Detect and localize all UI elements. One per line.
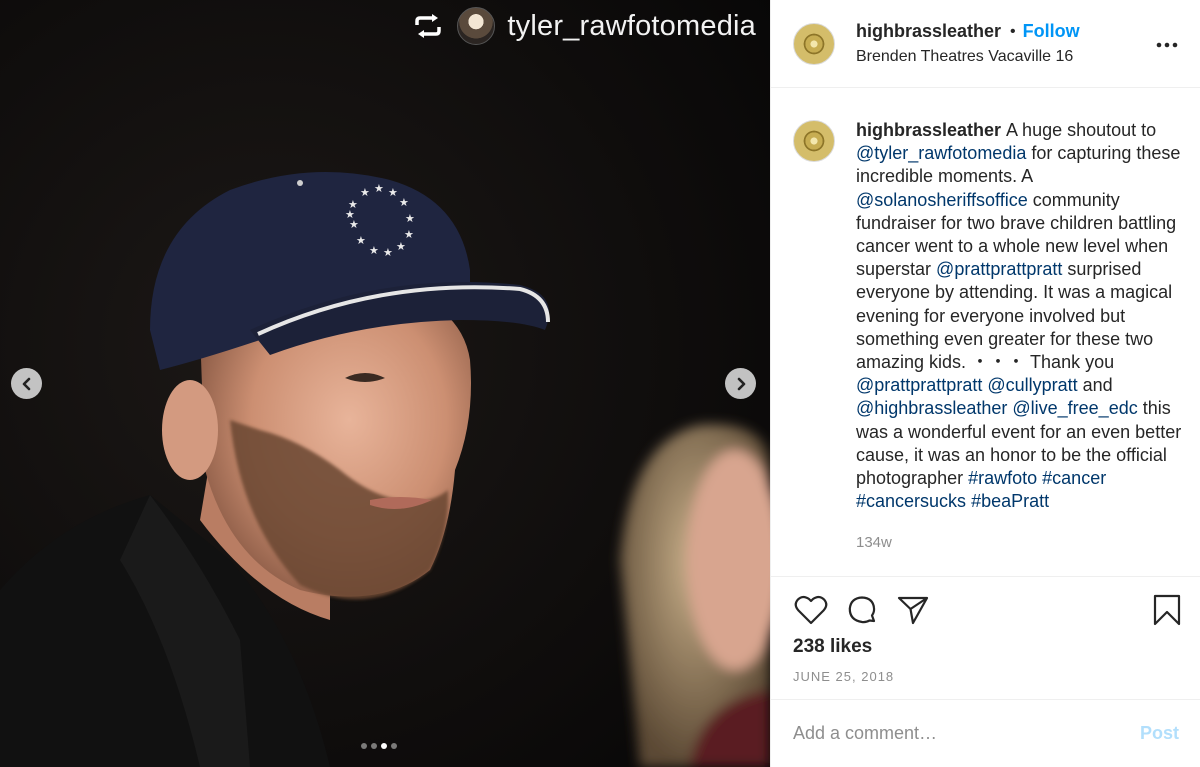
caption-text: highbrassleather A huge shoutout to @tyle… xyxy=(856,119,1186,513)
repost-avatar xyxy=(457,7,496,45)
previous-slide-button[interactable] xyxy=(11,368,42,399)
svg-text:★: ★ xyxy=(369,244,379,257)
svg-text:★: ★ xyxy=(360,186,370,199)
repost-bar: tyler_rawfotomedia xyxy=(411,6,756,46)
hashtag-link[interactable]: #cancersucks xyxy=(856,491,966,511)
mention-link[interactable]: @tyler_rawfotomedia xyxy=(856,143,1026,163)
post-photo: ★★ ★ ★★★ ★★★ ★★★ ★ xyxy=(0,0,770,767)
post-date[interactable]: JUNE 25, 2018 xyxy=(793,669,894,684)
caption-username[interactable]: highbrassleather xyxy=(856,120,1001,140)
hashtag-link[interactable]: #cancer xyxy=(1042,468,1106,488)
share-button[interactable] xyxy=(895,592,931,628)
send-icon xyxy=(897,596,929,625)
header-username[interactable]: highbrassleather xyxy=(856,21,1001,42)
caption-segment: and xyxy=(1077,375,1113,396)
action-bar xyxy=(793,590,1185,630)
repost-username: tyler_rawfotomedia xyxy=(507,9,756,42)
carousel-dot xyxy=(361,743,367,749)
svg-text:★: ★ xyxy=(356,234,366,247)
mention-link[interactable]: @live_free_edc xyxy=(1012,398,1137,418)
comment-form: Post xyxy=(771,699,1200,767)
chevron-left-icon xyxy=(22,377,30,390)
caption-segment: A huge shoutout to xyxy=(1006,120,1157,140)
location-link[interactable]: Brenden Theatres Vacaville 16 xyxy=(856,48,1080,66)
caption-section: highbrassleather A huge shoutout to @tyle… xyxy=(771,89,1200,577)
svg-text:★: ★ xyxy=(374,182,384,195)
follow-button[interactable]: Follow xyxy=(1023,21,1080,42)
heart-icon xyxy=(794,595,828,625)
svg-text:★: ★ xyxy=(399,196,409,209)
likes-count[interactable]: 238 likes xyxy=(793,636,872,658)
like-button[interactable] xyxy=(793,592,829,628)
svg-text:★: ★ xyxy=(383,246,393,259)
mention-link[interactable]: @cullypratt xyxy=(987,375,1077,395)
svg-text:★: ★ xyxy=(405,212,415,225)
mention-link[interactable]: @prattprattpratt xyxy=(856,375,982,395)
carousel-dot xyxy=(381,743,387,749)
hashtag-link[interactable]: #beaPratt xyxy=(971,491,1049,511)
caption-avatar[interactable] xyxy=(793,120,835,162)
post-header: highbrassleather • Follow Brenden Theatr… xyxy=(771,0,1200,88)
more-options-button[interactable] xyxy=(1155,33,1179,57)
comment-icon xyxy=(848,596,876,624)
chevron-right-icon xyxy=(737,377,745,390)
bookmark-icon xyxy=(1153,594,1181,626)
mention-link[interactable]: @solanosheriffsoffice xyxy=(856,190,1028,210)
separator-dot: • xyxy=(1010,22,1016,40)
hashtag-link[interactable]: #rawfoto xyxy=(968,468,1037,488)
post-side-panel: highbrassleather • Follow Brenden Theatr… xyxy=(770,0,1200,767)
more-options-icon xyxy=(1156,42,1178,48)
post-age[interactable]: 134w xyxy=(856,534,1186,551)
comment-input[interactable] xyxy=(793,723,1140,744)
svg-text:★: ★ xyxy=(388,186,398,199)
mention-link[interactable]: @highbrassleather xyxy=(856,398,1007,418)
svg-text:★: ★ xyxy=(345,208,355,221)
carousel-dot xyxy=(391,743,397,749)
avatar[interactable] xyxy=(793,22,835,65)
carousel-dot xyxy=(371,743,377,749)
repost-icon xyxy=(411,9,445,43)
svg-text:★: ★ xyxy=(396,240,406,253)
next-slide-button[interactable] xyxy=(725,368,756,399)
post-comment-button[interactable]: Post xyxy=(1140,723,1179,744)
save-button[interactable] xyxy=(1149,592,1185,628)
carousel-indicator xyxy=(361,743,397,749)
mention-link[interactable]: @prattprattpratt xyxy=(936,259,1062,279)
post-media[interactable]: ★ ★ ★ ★ ★ ★ ★ ★ ★ ★ ★ ★ ★ tyler_rawfotomedia xyxy=(0,0,770,767)
comment-button[interactable] xyxy=(844,592,880,628)
